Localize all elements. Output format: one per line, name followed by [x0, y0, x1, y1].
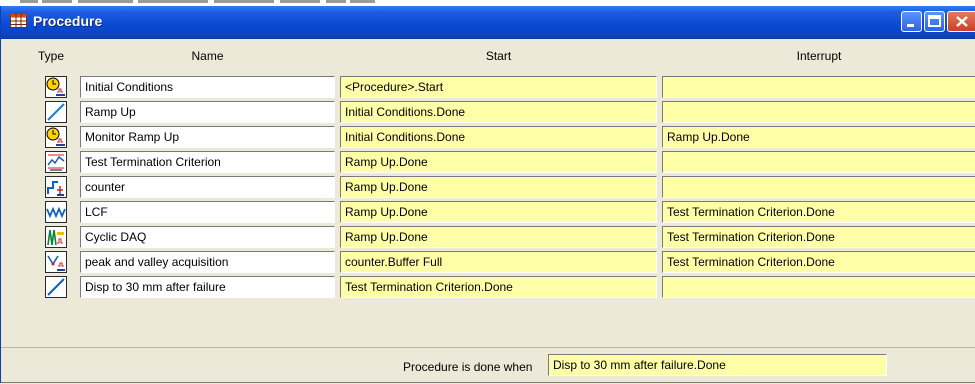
procedure-row: Cyclic DAQ Ramp Up.Done Test Termination… [1, 226, 975, 251]
column-header-start: Start [485, 49, 512, 63]
step-name-field[interactable]: peak and valley acquisition [80, 251, 335, 273]
procedure-row: counter Ramp Up.Done [1, 176, 975, 201]
interrupt-condition-field[interactable] [662, 101, 975, 123]
column-header-interrupt: Interrupt [796, 49, 842, 63]
grid-table-icon [10, 13, 27, 28]
start-condition-field[interactable]: Initial Conditions.Done [340, 101, 657, 123]
window-title: Procedure [33, 13, 103, 29]
clock-signal-icon[interactable] [45, 76, 67, 98]
interrupt-condition-field[interactable]: Test Termination Criterion.Done [662, 201, 975, 223]
procedure-row: LCF Ramp Up.Done Test Termination Criter… [1, 201, 975, 226]
peak-valley-icon[interactable] [45, 251, 67, 273]
done-when-label: Procedure is done when [403, 360, 533, 374]
start-condition-field[interactable]: Test Termination Criterion.Done [340, 276, 657, 298]
step-name-field[interactable]: LCF [80, 201, 335, 223]
done-when-field[interactable]: Disp to 30 mm after failure.Done [548, 354, 887, 376]
procedure-row: Monitor Ramp Up Initial Conditions.Done … [1, 126, 975, 151]
close-button[interactable] [947, 11, 975, 32]
ramp-icon[interactable] [45, 101, 67, 123]
procedure-row: Disp to 30 mm after failure Test Termina… [1, 276, 975, 301]
counter-icon[interactable] [45, 176, 67, 198]
interrupt-condition-field[interactable]: Ramp Up.Done [662, 126, 975, 148]
start-condition-field[interactable]: counter.Buffer Full [340, 251, 657, 273]
step-name-field[interactable]: Test Termination Criterion [80, 151, 335, 173]
maximize-icon [928, 15, 941, 27]
start-condition-field[interactable]: Ramp Up.Done [340, 151, 657, 173]
start-condition-field[interactable]: <Procedure>.Start [340, 76, 657, 98]
procedure-row: Ramp Up Initial Conditions.Done [1, 101, 975, 126]
procedure-row: Test Termination Criterion Ramp Up.Done [1, 151, 975, 176]
cyclic-daq-icon[interactable] [45, 226, 67, 248]
start-condition-field[interactable]: Ramp Up.Done [340, 176, 657, 198]
completion-footer: Procedure is done when Disp to 30 mm aft… [1, 347, 975, 384]
step-name-field[interactable]: Ramp Up [80, 101, 335, 123]
interrupt-condition-field[interactable] [662, 176, 975, 198]
start-condition-field[interactable]: Initial Conditions.Done [340, 126, 657, 148]
column-header-name: Name [191, 49, 224, 63]
minimize-button[interactable] [901, 11, 922, 32]
step-name-field[interactable]: Initial Conditions [80, 76, 335, 98]
interrupt-condition-field[interactable]: Test Termination Criterion.Done [662, 251, 975, 273]
interrupt-condition-field[interactable] [662, 76, 975, 98]
start-condition-field[interactable]: Ramp Up.Done [340, 201, 657, 223]
step-name-field[interactable]: Monitor Ramp Up [80, 126, 335, 148]
interrupt-condition-field[interactable] [662, 151, 975, 173]
start-condition-field[interactable]: Ramp Up.Done [340, 226, 657, 248]
ramp-icon[interactable] [45, 276, 67, 298]
title-bar[interactable]: Procedure [1, 6, 975, 39]
cyclic-wave-icon[interactable] [45, 201, 67, 223]
step-name-field[interactable]: counter [80, 176, 335, 198]
step-name-field[interactable]: Disp to 30 mm after failure [80, 276, 335, 298]
close-icon [956, 16, 968, 27]
interrupt-condition-field[interactable] [662, 276, 975, 298]
step-name-field[interactable]: Cyclic DAQ [80, 226, 335, 248]
procedure-row: peak and valley acquisition counter.Buff… [1, 251, 975, 276]
procedure-window: Procedure Type Name Start Interrupt Init… [0, 6, 975, 384]
column-header-type: Type [37, 49, 64, 63]
procedure-grid: Initial Conditions <Procedure>.Start Ram… [1, 67, 975, 349]
procedure-row: Initial Conditions <Procedure>.Start [1, 76, 975, 101]
clock-signal-icon[interactable] [45, 126, 67, 148]
minimize-icon [907, 24, 914, 27]
maximize-button[interactable] [924, 11, 945, 32]
limit-detector-icon[interactable] [45, 151, 67, 173]
interrupt-condition-field[interactable]: Test Termination Criterion.Done [662, 226, 975, 248]
